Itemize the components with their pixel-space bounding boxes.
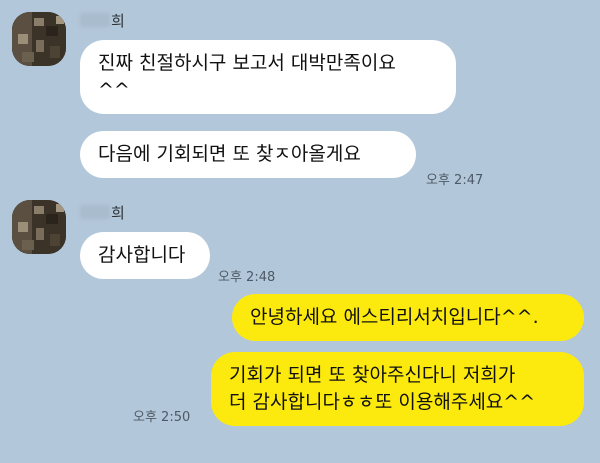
message-bubble[interactable]: 감사합니다 [80, 232, 210, 279]
message-time: 오후 2:50 [133, 410, 191, 425]
sender-name: 희 [80, 11, 125, 31]
message-time: 오후 2:47 [426, 173, 484, 188]
avatar[interactable] [12, 200, 66, 254]
sender-name: 희 [80, 203, 125, 223]
message-bubble[interactable]: 기회가 되면 또 찾아주신다니 저희가 더 감사합니다ㅎㅎ또 이용해주세요^^ [211, 352, 584, 426]
name-blur [80, 13, 110, 27]
avatar[interactable] [12, 12, 66, 66]
name-blur [80, 205, 110, 219]
message-bubble[interactable]: 안녕하세요 에스티리서치입니다^^. [232, 294, 584, 341]
message-bubble[interactable]: 진짜 친절하시구 보고서 대박만족이요 ^^ [80, 40, 456, 114]
message-bubble[interactable]: 다음에 기회되면 또 찾ㅈ아올게요 [80, 131, 416, 178]
message-time: 오후 2:48 [218, 270, 276, 285]
